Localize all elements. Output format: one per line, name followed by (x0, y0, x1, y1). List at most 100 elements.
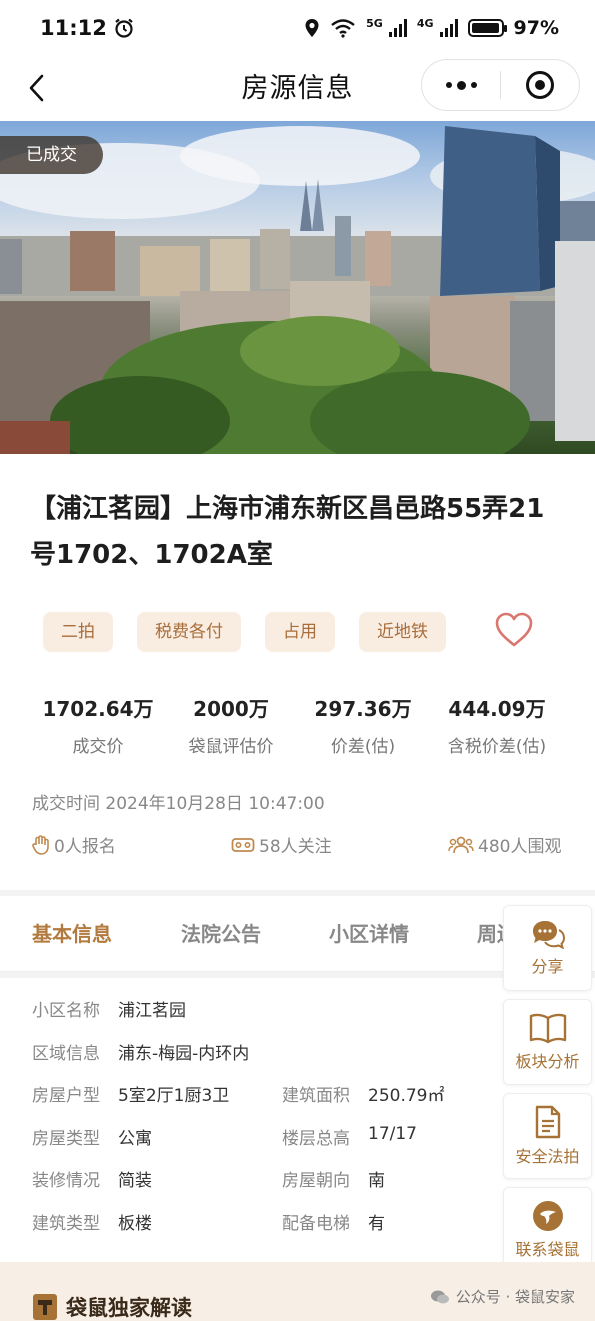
price-diff: 297.36万 价差(估) (303, 693, 423, 757)
exclusive-analysis-title: 袋鼠独家解读 (32, 1292, 192, 1321)
tag-auction-round: 二拍 (43, 612, 113, 652)
price-diff-label: 价差(估) (330, 737, 396, 757)
close-program-button[interactable] (501, 60, 579, 110)
info-key: 房屋朝向 (282, 1171, 350, 1191)
sold-badge: 已成交 (0, 136, 103, 174)
vr-glasses-icon (231, 837, 255, 852)
status-icons: 5G 4G 97% (304, 17, 559, 39)
contact-kangaroo-button[interactable]: 联系袋鼠 (503, 1187, 592, 1273)
hand-icon (32, 834, 49, 855)
info-key: 区域信息 (32, 1043, 100, 1064)
info-key: 小区名称 (32, 1001, 100, 1021)
info-key: 楼层总高 (282, 1128, 350, 1149)
signal-icon-2 (439, 19, 458, 37)
battery-icon (467, 19, 507, 37)
property-photo[interactable]: 已成交 (0, 121, 595, 454)
info-key: 房屋类型 (32, 1128, 100, 1149)
stat-signups: 0人报名 (32, 832, 116, 857)
share-button[interactable]: 分享 (503, 905, 592, 991)
price-diff-value: 297.36万 (314, 697, 412, 721)
info-value: 有 (368, 1213, 385, 1234)
kangaroo-badge-icon (33, 1294, 57, 1320)
info-value: 南 (368, 1171, 385, 1191)
price-diff-tax: 444.09万 含税价差(估) (436, 693, 558, 757)
stat-viewers: 480人围观 (448, 832, 561, 857)
tag-near-metro: 近地铁 (359, 612, 446, 652)
price-diff-tax-value: 444.09万 (448, 697, 546, 721)
contact-kangaroo-label: 联系袋鼠 (515, 1240, 580, 1259)
stat-followers-text: 58人关注 (259, 837, 332, 857)
price-deal: 1702.64万 成交价 (30, 693, 166, 757)
basic-info-grid: 小区名称 浦江茗园 区域信息 浦东-梅园-内环内 房屋户型 5室2厅1厨3卫 建… (32, 996, 502, 1251)
watermark: 公众号 · 袋鼠安家 (430, 1286, 575, 1307)
document-icon (535, 1105, 560, 1139)
heart-icon (495, 612, 533, 647)
alarm-icon (115, 18, 133, 38)
share-label: 分享 (531, 957, 564, 976)
stat-viewers-text: 480人围观 (478, 837, 562, 857)
info-row: 房屋户型 5室2厅1厨3卫 建筑面积 250.79㎡ (32, 1081, 502, 1124)
price-deal-value: 1702.64万 (42, 697, 154, 721)
wifi-icon (331, 19, 355, 38)
stat-signups-text: 0人报名 (54, 837, 116, 857)
group-icon (448, 836, 474, 853)
tab-court-notice[interactable]: 法院公告 (181, 918, 261, 947)
exclusive-analysis-text: 袋鼠独家解读 (66, 1296, 192, 1320)
listing-title: 【浦江茗园】上海市浦东新区昌邑路55弄21号1702、1702A室 (30, 494, 545, 570)
safe-auction-label: 安全法拍 (515, 1147, 580, 1166)
info-row: 小区名称 浦江茗园 (32, 996, 502, 1039)
info-key: 建筑类型 (32, 1213, 100, 1234)
info-value: 5室2厅1厨3卫 (118, 1086, 230, 1106)
signal-icon-1 (388, 19, 407, 37)
tag-list: 二拍 税费各付 占用 近地铁 (43, 612, 446, 652)
network-label-2: 4G (416, 17, 434, 30)
info-value: 250.79㎡ (368, 1086, 445, 1106)
favorite-button[interactable] (494, 611, 534, 649)
more-button[interactable] (422, 60, 500, 110)
battery-percent: 97% (513, 17, 559, 39)
sector-analysis-label: 板块分析 (515, 1052, 580, 1071)
tab-surroundings[interactable]: 周边 (477, 918, 505, 947)
location-icon (305, 19, 319, 37)
watermark-text: 公众号 · 袋鼠安家 (455, 1288, 575, 1306)
deal-time: 成交时间 2024年10月28日 10:47:00 (32, 794, 325, 814)
info-row: 区域信息 浦东-梅园-内环内 (32, 1039, 502, 1082)
target-icon (526, 71, 554, 99)
info-value: 浦江茗园 (118, 1001, 186, 1021)
more-dots-icon (445, 80, 477, 90)
info-row: 装修情况 简装 房屋朝向 南 (32, 1166, 502, 1209)
info-value: 公寓 (118, 1128, 152, 1149)
status-bar: 11:12 5G 4G 97% (0, 0, 595, 56)
info-key: 配备电梯 (282, 1213, 350, 1234)
stat-followers: 58人关注 (231, 832, 332, 857)
info-row: 建筑类型 板楼 配备电梯 有 (32, 1209, 502, 1252)
sector-analysis-button[interactable]: 板块分析 (503, 999, 592, 1085)
price-estimate-value: 2000万 (193, 697, 269, 721)
info-key: 建筑面积 (282, 1086, 350, 1106)
info-row: 房屋类型 公寓 楼层总高 17/17 (32, 1124, 502, 1167)
price-estimate: 2000万 袋鼠评估价 (172, 693, 290, 757)
mini-program-capsule (421, 59, 580, 111)
stats-row: 0人报名 58人关注 480人围观 (32, 832, 572, 858)
info-value: 浦东-梅园-内环内 (118, 1043, 250, 1064)
safe-auction-button[interactable]: 安全法拍 (503, 1093, 592, 1179)
price-estimate-label: 袋鼠评估价 (188, 737, 274, 757)
info-value: 板楼 (118, 1213, 152, 1234)
info-value: 简装 (118, 1171, 152, 1191)
kangaroo-logo-icon (532, 1201, 563, 1231)
info-key: 装修情况 (32, 1171, 100, 1191)
tag-occupancy: 占用 (265, 612, 335, 652)
battery-fill (471, 23, 499, 33)
network-label-1: 5G (366, 17, 383, 30)
info-value: 17/17 (368, 1123, 417, 1144)
tab-basic-info[interactable]: 基本信息 (32, 918, 112, 947)
price-diff-tax-label: 含税价差(估) (447, 737, 547, 757)
nav-bar: 房源信息 (0, 56, 595, 120)
open-book-icon (529, 1013, 566, 1044)
wechat-icon (430, 1290, 449, 1303)
info-key: 房屋户型 (32, 1086, 100, 1106)
floating-action-menu: 分享 板块分析 安全法拍 联系袋鼠 (503, 905, 592, 1273)
status-time-group: 11:12 (40, 16, 135, 40)
price-deal-label: 成交价 (72, 737, 124, 757)
tab-community-details[interactable]: 小区详情 (329, 918, 409, 947)
